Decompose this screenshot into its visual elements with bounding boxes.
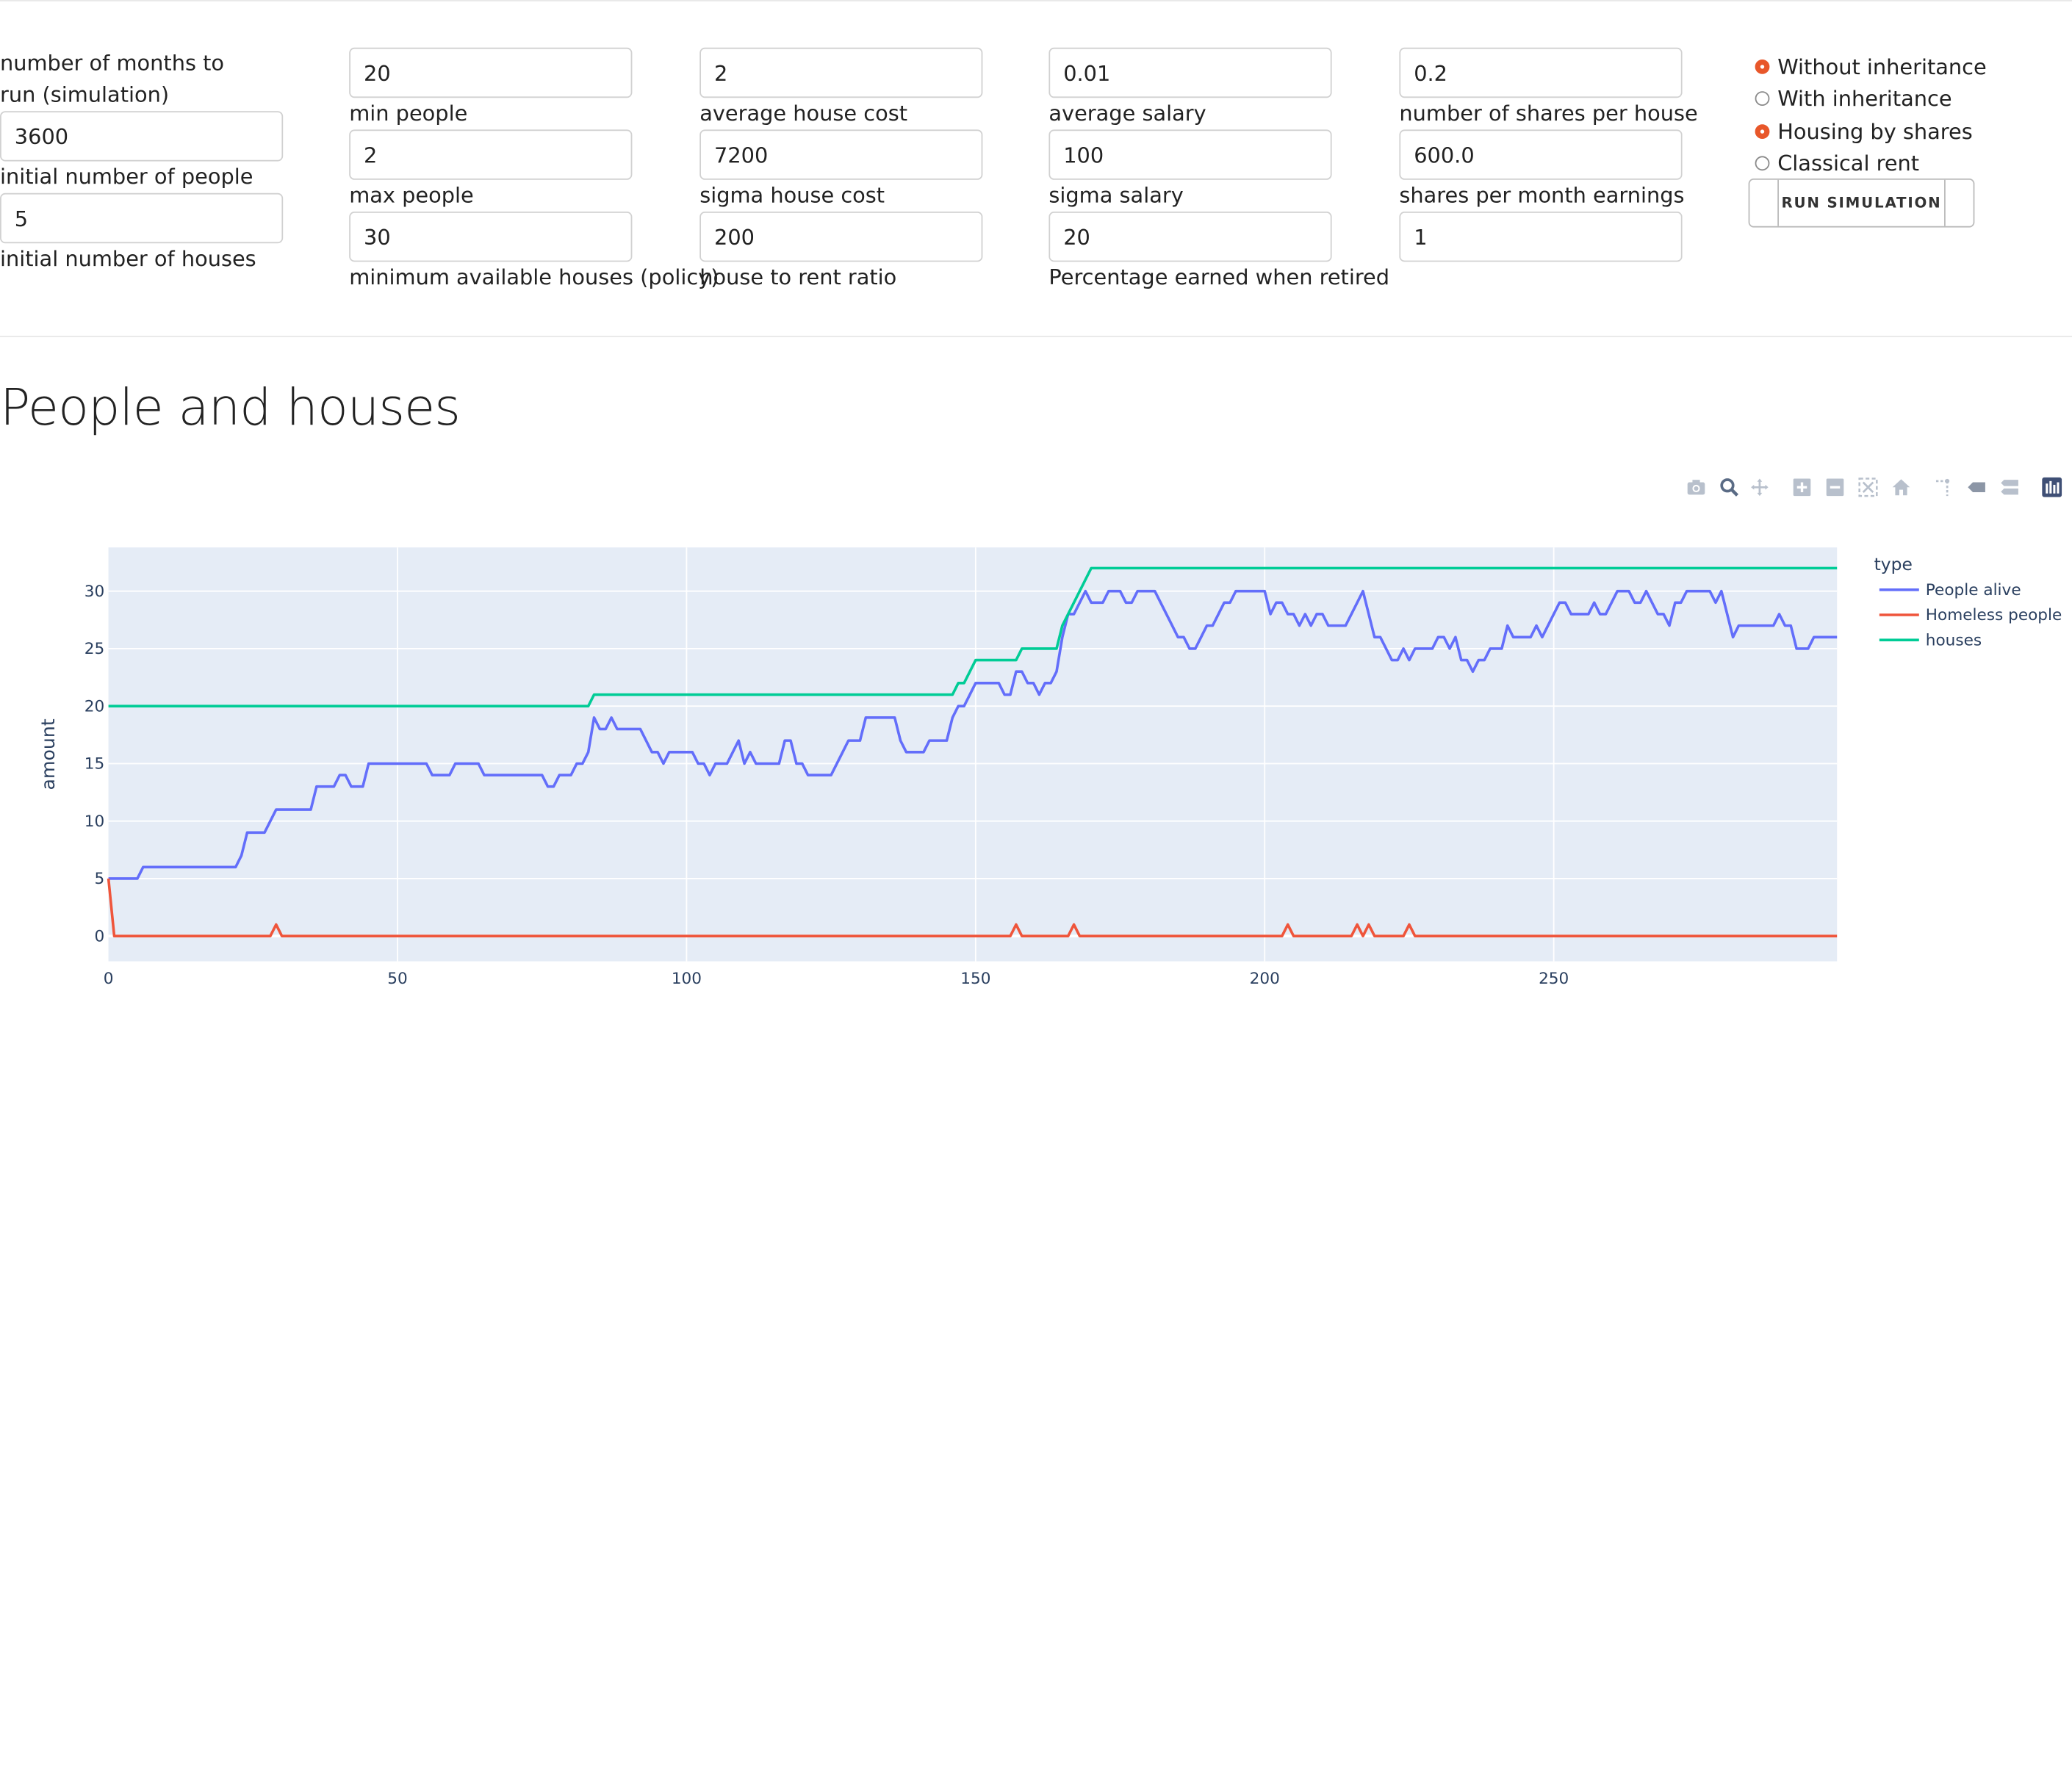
radio-dot[interactable] bbox=[1755, 91, 1770, 107]
radio-without-inheritance[interactable]: Without inheritance bbox=[1755, 50, 1987, 82]
zoom-icon[interactable] bbox=[1716, 475, 1742, 498]
y-tick-label: 0 bbox=[94, 927, 104, 945]
x-tick-label: 150 bbox=[960, 970, 990, 988]
initial-people-input[interactable] bbox=[0, 192, 284, 244]
y-tick-label: 30 bbox=[84, 583, 104, 601]
radio-with-inheritance[interactable]: With inheritance bbox=[1755, 83, 1987, 115]
initial-houses-input[interactable] bbox=[349, 47, 633, 98]
shares-per-house-label: number of shares per house bbox=[1399, 100, 1698, 126]
house-rent-ratio-label: house to rent ratio bbox=[699, 264, 897, 290]
radio-label: Housing by shares bbox=[1777, 118, 1973, 144]
y-tick-label: 20 bbox=[84, 697, 104, 716]
shares-earnings-input[interactable] bbox=[1399, 212, 1683, 262]
legend-entry: Homeless people bbox=[1926, 606, 2062, 624]
section-title: People and houses bbox=[0, 378, 461, 436]
months-input[interactable] bbox=[0, 111, 284, 162]
radio-classical-rent[interactable]: Classical rent bbox=[1755, 148, 1987, 180]
radio-label: With inheritance bbox=[1777, 86, 1952, 112]
sigma-house-cost-input[interactable] bbox=[699, 212, 983, 262]
reset-axes-icon[interactable] bbox=[1888, 475, 1914, 498]
radio-dot[interactable] bbox=[1755, 156, 1770, 171]
pct-retired-label: Percentage earned when retired bbox=[1048, 264, 1390, 290]
plot-background bbox=[108, 547, 1838, 962]
shares-per-house-input[interactable] bbox=[1399, 129, 1683, 180]
house-rent-ratio-input[interactable] bbox=[1048, 47, 1332, 98]
avg-house-cost-input[interactable] bbox=[699, 129, 983, 180]
section-divider bbox=[0, 336, 2072, 337]
y-axis-title: amount bbox=[37, 718, 59, 790]
radio-label: Classical rent bbox=[1777, 151, 1920, 176]
radio-label: Without inheritance bbox=[1777, 54, 1987, 79]
people-houses-chart[interactable]: 0 50 100 150 200 250 0 5 10 15 20 25 30 amount type Peo… bbox=[0, 536, 2072, 989]
max-people-input[interactable] bbox=[349, 212, 633, 262]
avg-salary-label: average salary bbox=[1048, 100, 1206, 126]
form-column-4: average salary sigma salary Percentage e… bbox=[1048, 47, 1390, 294]
sigma-house-cost-label: sigma house cost bbox=[699, 182, 885, 208]
form-column-1: number of months to run (simulation) ini… bbox=[0, 48, 284, 275]
radio-housing-by-shares[interactable]: Housing by shares bbox=[1755, 115, 1987, 148]
radio-dot-selected[interactable] bbox=[1755, 59, 1770, 74]
x-tick-label: 0 bbox=[104, 970, 114, 988]
top-divider bbox=[0, 0, 2072, 1]
y-tick-label: 25 bbox=[84, 640, 104, 658]
legend-entry: People alive bbox=[1926, 581, 2021, 599]
min-available-houses-input[interactable] bbox=[699, 47, 983, 98]
run-simulation-label: RUN SIMULATION bbox=[1777, 179, 1946, 226]
chart-modebar bbox=[1683, 475, 2071, 498]
y-tick-label: 10 bbox=[84, 812, 104, 831]
radio-dot-selected[interactable] bbox=[1755, 123, 1770, 139]
pan-icon[interactable] bbox=[1746, 475, 1772, 498]
camera-icon[interactable] bbox=[1683, 475, 1709, 498]
y-tick-label: 15 bbox=[84, 755, 104, 774]
plotly-logo-icon[interactable] bbox=[2038, 475, 2065, 498]
x-tick-label: 250 bbox=[1539, 970, 1569, 988]
shares-earnings-label: shares per month earnings bbox=[1399, 182, 1685, 208]
avg-salary-input[interactable] bbox=[1048, 129, 1332, 180]
y-tick-label: 5 bbox=[94, 870, 104, 888]
initial-people-label: initial number of people bbox=[0, 164, 253, 190]
x-tick-label: 200 bbox=[1250, 970, 1280, 988]
avg-house-cost-label: average house cost bbox=[699, 100, 908, 126]
min-people-label: min people bbox=[349, 100, 468, 126]
x-tick-label: 50 bbox=[387, 970, 407, 988]
page: number of months to run (simulation) ini… bbox=[0, 0, 2072, 989]
initial-houses-label: initial number of houses bbox=[0, 245, 256, 271]
sigma-salary-label: sigma salary bbox=[1048, 182, 1184, 208]
form-column-5: number of shares per house shares per mo… bbox=[1399, 47, 1698, 262]
form-column-2: min people max people minimum available … bbox=[349, 47, 719, 294]
form-column-3: average house cost sigma house cost hous… bbox=[699, 47, 984, 294]
run-simulation-button[interactable]: RUN SIMULATION bbox=[1748, 179, 1975, 228]
legend-entry: houses bbox=[1926, 631, 1982, 649]
max-people-label: max people bbox=[349, 182, 474, 208]
sigma-salary-input[interactable] bbox=[1048, 212, 1332, 262]
autoscale-icon[interactable] bbox=[1855, 475, 1881, 498]
pct-retired-input[interactable] bbox=[1399, 47, 1683, 98]
simulation-options: Without inheritance With inheritance Hou… bbox=[1755, 50, 1987, 179]
months-label: number of months to run (simulation) bbox=[0, 50, 225, 107]
x-tick-label: 100 bbox=[672, 970, 702, 988]
hover-compare-icon[interactable] bbox=[1996, 475, 2022, 498]
hover-closest-icon[interactable] bbox=[1963, 475, 1989, 498]
legend-title: type bbox=[1874, 554, 1913, 574]
min-people-input[interactable] bbox=[349, 129, 633, 180]
zoom-out-icon[interactable] bbox=[1821, 475, 1848, 498]
zoom-in-icon[interactable] bbox=[1788, 475, 1815, 498]
min-available-houses-label: minimum available houses (policy) bbox=[349, 264, 719, 290]
spike-lines-icon[interactable] bbox=[1929, 475, 1956, 498]
